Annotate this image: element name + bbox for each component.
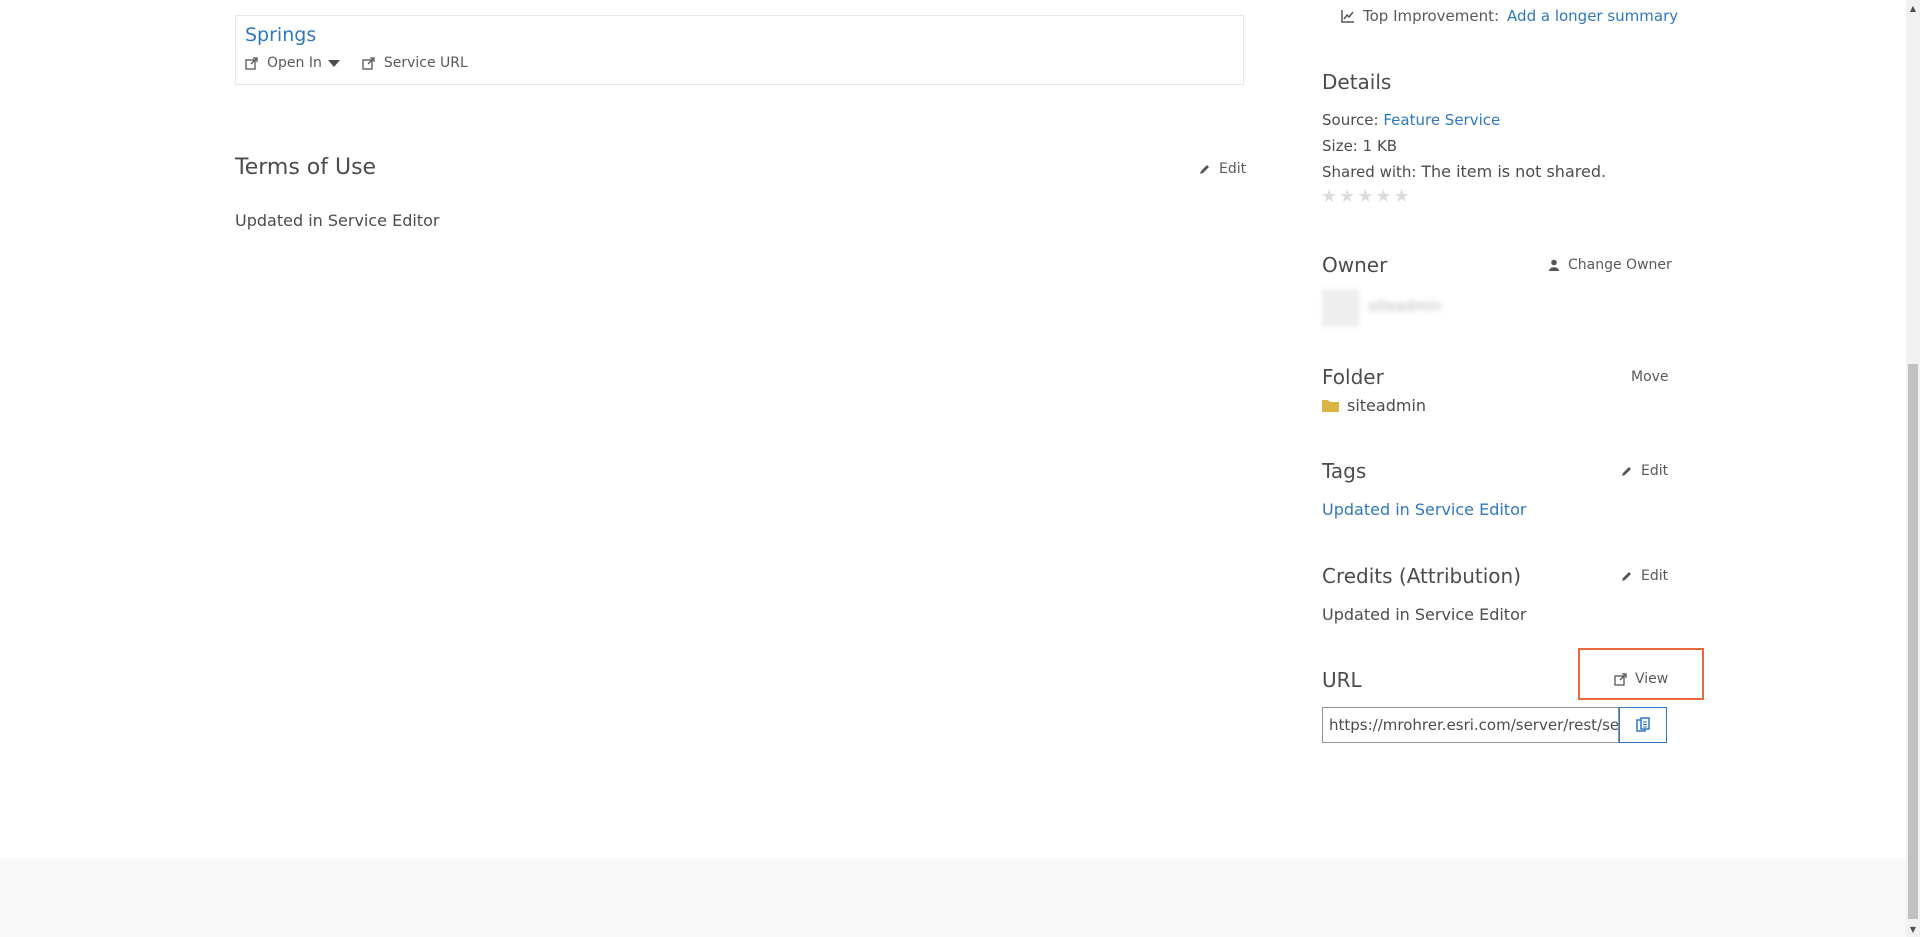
- top-improvement-label: Top Improvement:: [1363, 7, 1500, 25]
- external-link-icon: [245, 56, 258, 70]
- terms-text: Updated in Service Editor: [235, 211, 440, 230]
- change-owner-label: Change Owner: [1568, 257, 1672, 273]
- chart-icon: [1341, 10, 1354, 23]
- tags-heading: Tags: [1322, 459, 1367, 483]
- open-in-label: Open In: [267, 55, 322, 71]
- size-label: Size:: [1322, 137, 1358, 155]
- layer-card: Springs Open In Service URL: [235, 15, 1244, 85]
- open-in-dropdown[interactable]: Open In: [245, 55, 340, 71]
- terms-edit-label: Edit: [1219, 161, 1247, 177]
- pencil-icon: [1622, 572, 1631, 581]
- user-icon: [1549, 259, 1559, 271]
- copy-icon: [1636, 717, 1650, 732]
- tags-edit-button[interactable]: Edit: [1621, 463, 1668, 479]
- size-value: 1 KB: [1362, 137, 1398, 155]
- tag-link[interactable]: Updated in Service Editor: [1322, 500, 1526, 519]
- scrollbar-thumb[interactable]: [1908, 364, 1918, 919]
- credits-text: Updated in Service Editor: [1322, 605, 1527, 624]
- source-link[interactable]: Feature Service: [1383, 111, 1500, 129]
- credits-heading: Credits (Attribution): [1322, 564, 1522, 588]
- details-heading: Details: [1322, 70, 1392, 94]
- url-view-button[interactable]: View: [1614, 671, 1668, 687]
- owner-name[interactable]: siteadmin: [1368, 297, 1442, 315]
- page-footer: [0, 858, 1906, 937]
- credits-edit-label: Edit: [1641, 568, 1669, 584]
- shared-line: Shared with: The item is not shared.: [1322, 162, 1606, 181]
- service-url-link[interactable]: Service URL: [362, 55, 468, 71]
- shared-value: The item is not shared.: [1421, 162, 1607, 181]
- caret-down-icon: [327, 59, 340, 67]
- layer-title-link[interactable]: Springs: [245, 24, 316, 46]
- folder-heading: Folder: [1322, 365, 1384, 389]
- top-improvement: Top Improvement: Add a longer summary: [1341, 7, 1678, 25]
- size-line: Size: 1 KB: [1322, 137, 1397, 155]
- layer-actions: Open In Service URL: [245, 55, 490, 71]
- external-link-icon: [1614, 672, 1627, 686]
- avatar: [1322, 289, 1360, 327]
- credits-edit-button[interactable]: Edit: [1621, 568, 1668, 584]
- pencil-icon: [1622, 467, 1631, 476]
- shared-label: Shared with:: [1322, 163, 1417, 181]
- source-line: Source: Feature Service: [1322, 111, 1500, 129]
- external-link-icon: [362, 56, 375, 70]
- scroll-up-arrow[interactable]: ▲: [1906, 0, 1920, 16]
- service-url-label: Service URL: [383, 55, 468, 71]
- terms-edit-button[interactable]: Edit: [1199, 161, 1246, 177]
- url-view-label: View: [1635, 671, 1669, 687]
- copy-url-button[interactable]: [1619, 707, 1667, 743]
- url-input[interactable]: https://mrohrer.esri.com/server/rest/ser…: [1322, 707, 1619, 743]
- rating-stars[interactable]: ★★★★★: [1321, 186, 1412, 207]
- tags-edit-label: Edit: [1641, 463, 1669, 479]
- add-summary-link[interactable]: Add a longer summary: [1507, 7, 1678, 25]
- url-heading: URL: [1322, 668, 1362, 692]
- pencil-icon: [1200, 165, 1209, 174]
- folder-name: siteadmin: [1347, 396, 1427, 415]
- owner-heading: Owner: [1322, 253, 1388, 277]
- move-button[interactable]: Move: [1631, 369, 1669, 385]
- folder-row: siteadmin: [1322, 396, 1426, 415]
- change-owner-button[interactable]: Change Owner: [1548, 257, 1672, 273]
- scroll-down-arrow[interactable]: ▼: [1906, 921, 1920, 937]
- source-label: Source:: [1322, 111, 1379, 129]
- terms-heading: Terms of Use: [235, 155, 377, 180]
- folder-icon: [1322, 400, 1339, 412]
